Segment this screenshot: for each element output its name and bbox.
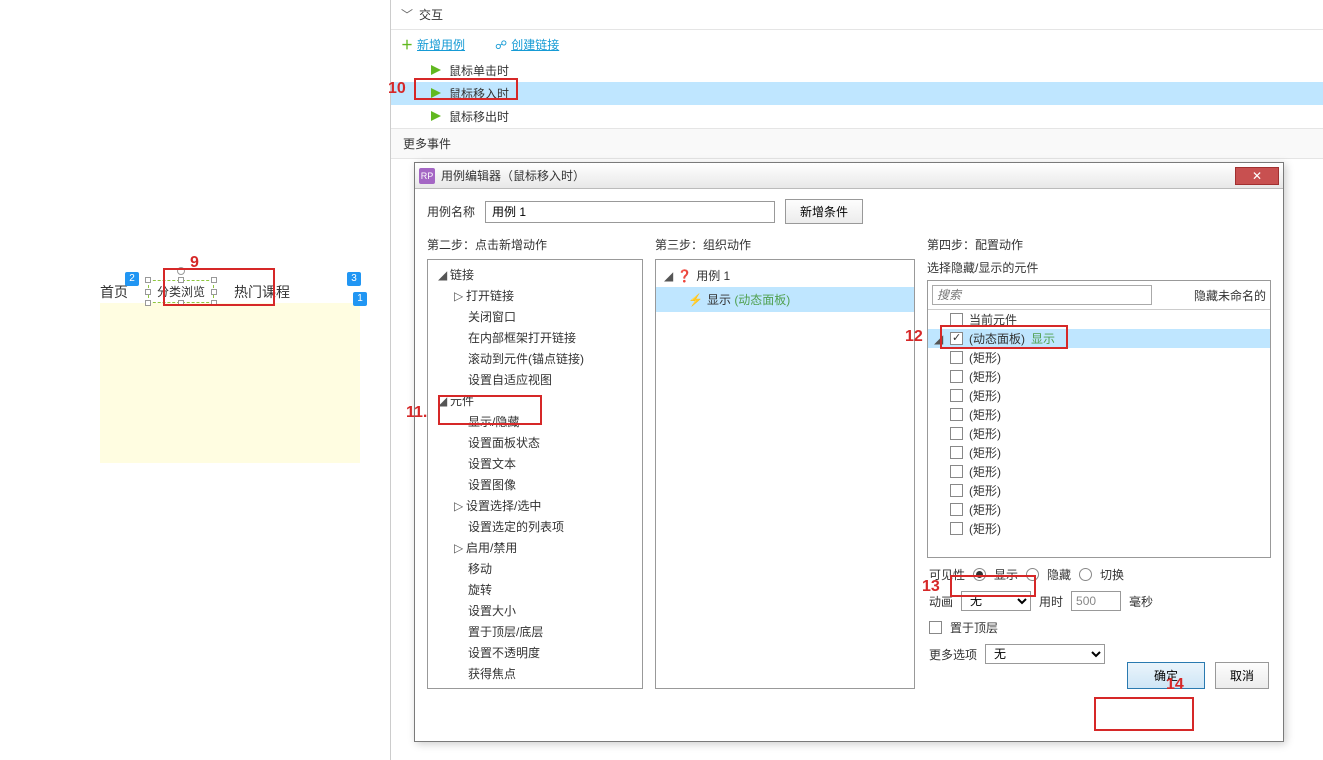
bring-front-label: 置于顶层: [950, 619, 998, 636]
widget-list[interactable]: 隐藏未命名的 当前元件 ◢(动态面板) 显示 (矩形) (矩形) (矩形) (矩…: [927, 280, 1271, 558]
footnote-badge: 2: [125, 272, 139, 286]
radio-toggle[interactable]: [1079, 568, 1092, 581]
event-icon: [431, 88, 443, 100]
tree-item[interactable]: 移动: [428, 558, 642, 579]
tree-group-elem[interactable]: ◢元件: [428, 390, 642, 411]
tree-item[interactable]: ▷设置选择/选中: [428, 495, 642, 516]
duration-label: 用时: [1039, 593, 1063, 610]
event-onmouseout[interactable]: 鼠标移出时: [391, 105, 1323, 128]
animation-select[interactable]: 无: [961, 591, 1031, 611]
step4-label: 第四步：配置动作: [927, 236, 1271, 253]
event-onmouseenter[interactable]: 鼠标移入时: [391, 82, 1323, 105]
link-icon: ☍: [495, 38, 507, 52]
visibility-label: 可见性: [929, 566, 965, 583]
widget-row-rect[interactable]: (矩形): [928, 367, 1270, 386]
close-button[interactable]: ✕: [1235, 167, 1279, 185]
nav-tab-label: 分类浏览: [157, 285, 205, 299]
widget-row-rect[interactable]: (矩形): [928, 481, 1270, 500]
tree-item[interactable]: ◢展开/折叠树节点: [428, 684, 642, 689]
widget-row-rect[interactable]: (矩形): [928, 519, 1270, 538]
more-events[interactable]: 更多事件: [391, 128, 1323, 159]
dynamic-panel-preview: [100, 303, 360, 463]
chevron-down-icon: ﹀: [401, 6, 413, 23]
radio-hide[interactable]: [1026, 568, 1039, 581]
tree-item[interactable]: ▷启用/禁用: [428, 537, 642, 558]
event-icon: [431, 111, 443, 123]
bring-front-checkbox[interactable]: [929, 621, 942, 634]
duration-input[interactable]: [1071, 591, 1121, 611]
nav-tab-hot[interactable]: 热门课程: [234, 282, 290, 302]
s4-header: 选择隐藏/显示的元件: [927, 259, 1271, 276]
create-link-link[interactable]: ☍创建链接: [495, 36, 559, 53]
case-actions-tree[interactable]: ◢❓用例 1 ⚡显示 (动态面板): [655, 259, 915, 689]
widget-row-dynamic-panel[interactable]: ◢(动态面板) 显示: [928, 329, 1270, 348]
tree-item[interactable]: 设置选定的列表项: [428, 516, 642, 537]
add-case-link[interactable]: ＋新增用例: [401, 36, 465, 53]
event-icon: [431, 65, 443, 77]
widget-search-input[interactable]: [932, 285, 1152, 305]
tree-item[interactable]: 滚动到元件(锚点链接): [428, 348, 642, 369]
add-condition-button[interactable]: 新增条件: [785, 199, 863, 224]
event-list: 鼠标单击时 鼠标移入时 鼠标移出时: [391, 59, 1323, 128]
tree-item[interactable]: ▷打开链接: [428, 285, 642, 306]
tree-item[interactable]: 设置不透明度: [428, 642, 642, 663]
case-name-input[interactable]: [485, 201, 775, 223]
section-title: 交互: [419, 6, 443, 23]
case-editor-dialog: RP 用例编辑器（鼠标移入时） ✕ 用例名称 新增条件 第二步：点击新增动作 ◢…: [414, 162, 1284, 742]
canvas-area: 首页 分类浏览 热门课程 2 3 1: [0, 0, 390, 760]
step3-label: 第三步：组织动作: [655, 236, 915, 253]
tree-item[interactable]: 设置大小: [428, 600, 642, 621]
widget-row-rect[interactable]: (矩形): [928, 405, 1270, 424]
duration-unit: 毫秒: [1129, 593, 1153, 610]
action-row[interactable]: ⚡显示 (动态面板): [656, 287, 914, 312]
footnote-badge: 3: [347, 272, 361, 286]
tree-item[interactable]: 在内部框架打开链接: [428, 327, 642, 348]
widget-row-rect[interactable]: (矩形): [928, 348, 1270, 367]
footnote-badge: 1: [353, 292, 367, 306]
event-onclick[interactable]: 鼠标单击时: [391, 59, 1323, 82]
lightbulb-icon: ❓: [677, 269, 692, 283]
step2-label: 第二步：点击新增动作: [427, 236, 643, 253]
tree-group-link[interactable]: ◢链接: [428, 264, 642, 285]
widget-row-rect[interactable]: (矩形): [928, 424, 1270, 443]
more-options-label: 更多选项: [929, 646, 977, 663]
dialog-titlebar[interactable]: RP 用例编辑器（鼠标移入时） ✕: [415, 163, 1283, 189]
widget-row-rect[interactable]: (矩形): [928, 443, 1270, 462]
tree-item[interactable]: 获得焦点: [428, 663, 642, 684]
ok-button[interactable]: 确定: [1127, 662, 1205, 689]
dialog-title: 用例编辑器（鼠标移入时）: [441, 167, 585, 184]
widget-row-rect[interactable]: (矩形): [928, 386, 1270, 405]
hide-unnamed-checkbox[interactable]: 隐藏未命名的: [1190, 287, 1266, 304]
nav-tab-selected[interactable]: 分类浏览: [148, 280, 214, 303]
rp-icon: RP: [419, 168, 435, 184]
cancel-button[interactable]: 取消: [1215, 662, 1269, 689]
widget-row-current[interactable]: 当前元件: [928, 310, 1270, 329]
widget-row-rect[interactable]: (矩形): [928, 462, 1270, 481]
animation-label: 动画: [929, 593, 953, 610]
case-name-label: 用例名称: [427, 203, 475, 220]
tree-item[interactable]: 旋转: [428, 579, 642, 600]
tree-item[interactable]: 设置文本: [428, 453, 642, 474]
action-tree[interactable]: ◢链接 ▷打开链接 关闭窗口 在内部框架打开链接 滚动到元件(锚点链接) 设置自…: [427, 259, 643, 689]
interactions-header[interactable]: ﹀ 交互: [391, 0, 1323, 30]
nav-tab-home[interactable]: 首页: [100, 282, 128, 302]
bolt-icon: ⚡: [688, 293, 703, 307]
tree-item[interactable]: 关闭窗口: [428, 306, 642, 327]
tree-item-show-hide[interactable]: 显示/隐藏: [428, 411, 642, 432]
tree-item[interactable]: 设置面板状态: [428, 432, 642, 453]
radio-show[interactable]: [973, 568, 986, 581]
more-options-select[interactable]: 无: [985, 644, 1105, 664]
tree-item[interactable]: 设置自适应视图: [428, 369, 642, 390]
plus-icon: ＋: [401, 38, 413, 52]
widget-row-rect[interactable]: (矩形): [928, 500, 1270, 519]
tree-item[interactable]: 设置图像: [428, 474, 642, 495]
case-row[interactable]: ◢❓用例 1: [656, 264, 914, 287]
tree-item[interactable]: 置于顶层/底层: [428, 621, 642, 642]
